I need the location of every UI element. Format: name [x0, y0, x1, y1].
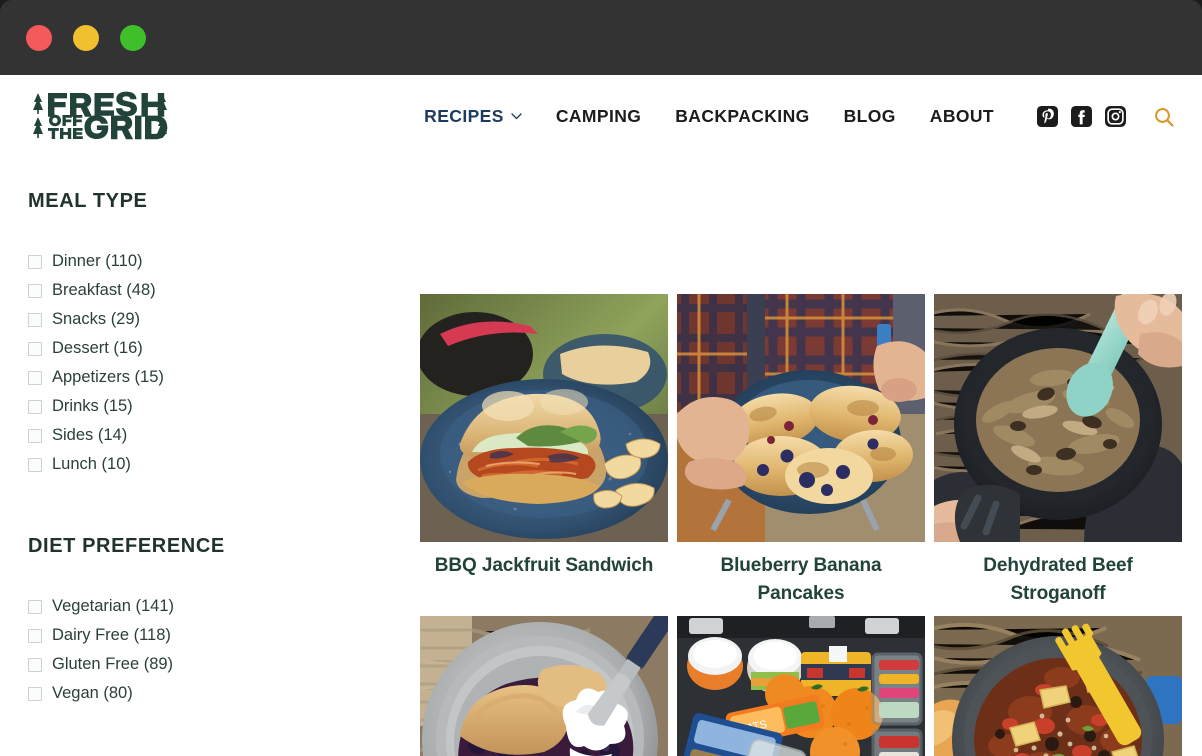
filter-label-breakfast: Breakfast (48): [52, 281, 156, 300]
filter-label-dinner: Dinner (110): [52, 252, 143, 271]
bbq-jackfruit-sandwich-photo: [420, 294, 668, 542]
search-button[interactable]: [1152, 105, 1176, 129]
nav-label-backpacking: BACKPACKING: [675, 106, 810, 126]
filter-label-lunch: Lunch (10): [52, 455, 131, 474]
quinoa-chili-photo: [934, 616, 1182, 756]
filter-option-gluten-free[interactable]: Gluten Free (89): [28, 650, 420, 679]
filter-option-snacks[interactable]: Snacks (29): [28, 305, 420, 334]
recipe-image[interactable]: [677, 294, 925, 542]
filter-option-sides[interactable]: Sides (14): [28, 421, 420, 450]
page-content: MEAL TYPE Dinner (110) Breakfast (48) Sn…: [0, 158, 1202, 756]
nav-item-about[interactable]: ABOUT: [913, 106, 1011, 127]
filter-label-snacks: Snacks (29): [52, 310, 141, 329]
checkbox-sides[interactable]: [28, 428, 42, 443]
recipe-title[interactable]: Dehydrated Beef Stroganoff: [934, 542, 1182, 607]
nav-item-blog[interactable]: BLOG: [827, 106, 913, 127]
instagram-icon[interactable]: [1105, 106, 1126, 127]
recipe-image[interactable]: [934, 294, 1182, 542]
minimize-button[interactable]: [73, 24, 99, 51]
window-controls: [26, 24, 146, 51]
recipe-card[interactable]: Blueberry Cobbler: [420, 616, 668, 756]
close-button[interactable]: [26, 24, 52, 51]
filter-group-meal-type: MEAL TYPE Dinner (110) Breakfast (48) Sn…: [28, 190, 420, 479]
recipe-card[interactable]: Quinoa Chili: [934, 616, 1182, 756]
nav-label-camping: CAMPING: [555, 106, 642, 126]
filter-option-dessert[interactable]: Dessert (16): [28, 334, 420, 363]
checkbox-dessert[interactable]: [28, 341, 42, 356]
filter-label-drinks: Drinks (15): [52, 397, 133, 416]
recipe-image[interactable]: [934, 616, 1182, 756]
pinterest-icon[interactable]: [1037, 106, 1058, 127]
checkbox-snacks[interactable]: [28, 312, 42, 327]
filter-spacer-2: [28, 731, 420, 756]
nav-item-backpacking[interactable]: BACKPACKING: [658, 106, 826, 127]
recipe-image[interactable]: [420, 616, 668, 756]
recipe-image[interactable]: [420, 294, 668, 542]
filter-label-dessert: Dessert (16): [52, 339, 143, 358]
filter-option-vegan[interactable]: Vegan (80): [28, 679, 420, 708]
checkbox-lunch[interactable]: [28, 457, 42, 472]
page-viewport: RECIPES CAMPING BACKPACKING BLOG ABOUT M…: [0, 75, 1202, 756]
blueberry-banana-pancakes-photo: [677, 294, 925, 542]
filter-option-vegetarian[interactable]: Vegetarian (141): [28, 592, 420, 621]
recipe-card[interactable]: Blueberry Banana Pancakes: [677, 294, 925, 607]
filter-group-diet-preference: DIET PREFERENCE Vegetarian (141) Dairy F…: [28, 535, 420, 708]
filter-label-dairy-free: Dairy Free (118): [52, 626, 171, 645]
recipe-title[interactable]: BBQ Jackfruit Sandwich: [420, 542, 668, 580]
filter-label-appetizers: Appetizers (15): [52, 368, 164, 387]
browser-window: RECIPES CAMPING BACKPACKING BLOG ABOUT M…: [0, 0, 1202, 756]
main-navigation: RECIPES CAMPING BACKPACKING BLOG ABOUT: [407, 105, 1176, 129]
chevron-down-icon: [511, 113, 522, 120]
logo-mark: [33, 91, 168, 139]
filter-label-sides: Sides (14): [52, 426, 128, 445]
filter-option-lunch[interactable]: Lunch (10): [28, 450, 420, 479]
checkbox-vegetarian[interactable]: [28, 599, 42, 614]
search-icon: [1155, 107, 1174, 127]
recipe-card[interactable]: OATS: [677, 616, 925, 756]
checkbox-dinner[interactable]: [28, 254, 42, 269]
nav-item-recipes[interactable]: RECIPES: [407, 106, 539, 127]
checkbox-vegan[interactable]: [28, 686, 42, 701]
recipe-card[interactable]: BBQ Jackfruit Sandwich: [420, 294, 668, 607]
site-logo[interactable]: [30, 87, 170, 147]
filter-option-drinks[interactable]: Drinks (15): [28, 392, 420, 421]
filter-option-dairy-free[interactable]: Dairy Free (118): [28, 621, 420, 650]
recipe-image[interactable]: OATS: [677, 616, 925, 756]
camping-food-bin-photo: OATS: [677, 616, 925, 756]
site-header: RECIPES CAMPING BACKPACKING BLOG ABOUT: [0, 75, 1202, 158]
filter-spacer: [28, 502, 420, 535]
maximize-button[interactable]: [120, 24, 146, 51]
social-links: [1037, 106, 1126, 127]
blueberry-cobbler-photo: [420, 616, 668, 756]
nav-label-recipes: RECIPES: [424, 106, 504, 126]
facebook-icon[interactable]: [1071, 106, 1092, 127]
filter-heading-meal-type: MEAL TYPE: [28, 190, 148, 212]
checkbox-drinks[interactable]: [28, 399, 42, 414]
filter-label-vegetarian: Vegetarian (141): [52, 597, 175, 616]
filter-option-breakfast[interactable]: Breakfast (48): [28, 276, 420, 305]
checkbox-dairy-free[interactable]: [28, 628, 42, 643]
nav-label-about: ABOUT: [929, 106, 994, 126]
filter-label-vegan: Vegan (80): [52, 684, 133, 703]
nav-item-camping[interactable]: CAMPING: [539, 106, 658, 127]
checkbox-breakfast[interactable]: [28, 283, 42, 298]
recipe-card[interactable]: Dehydrated Beef Stroganoff: [934, 294, 1182, 607]
nav-label-blog: BLOG: [843, 106, 896, 126]
window-titlebar: [0, 0, 1202, 75]
dehydrated-beef-stroganoff-photo: [934, 294, 1182, 542]
recipe-grid: BBQ Jackfruit Sandwich Blueberry Banana …: [420, 294, 1182, 756]
checkbox-appetizers[interactable]: [28, 370, 42, 385]
filter-label-gluten-free: Gluten Free (89): [52, 655, 174, 674]
filter-heading-diet-preference: DIET PREFERENCE: [28, 535, 225, 557]
recipe-grid-wrapper: BBQ Jackfruit Sandwich Blueberry Banana …: [420, 158, 1202, 756]
recipe-title[interactable]: Blueberry Banana Pancakes: [677, 542, 925, 607]
filter-option-appetizers[interactable]: Appetizers (15): [28, 363, 420, 392]
filter-sidebar: MEAL TYPE Dinner (110) Breakfast (48) Sn…: [0, 158, 420, 756]
checkbox-gluten-free[interactable]: [28, 657, 42, 672]
filter-option-dinner[interactable]: Dinner (110): [28, 247, 420, 276]
